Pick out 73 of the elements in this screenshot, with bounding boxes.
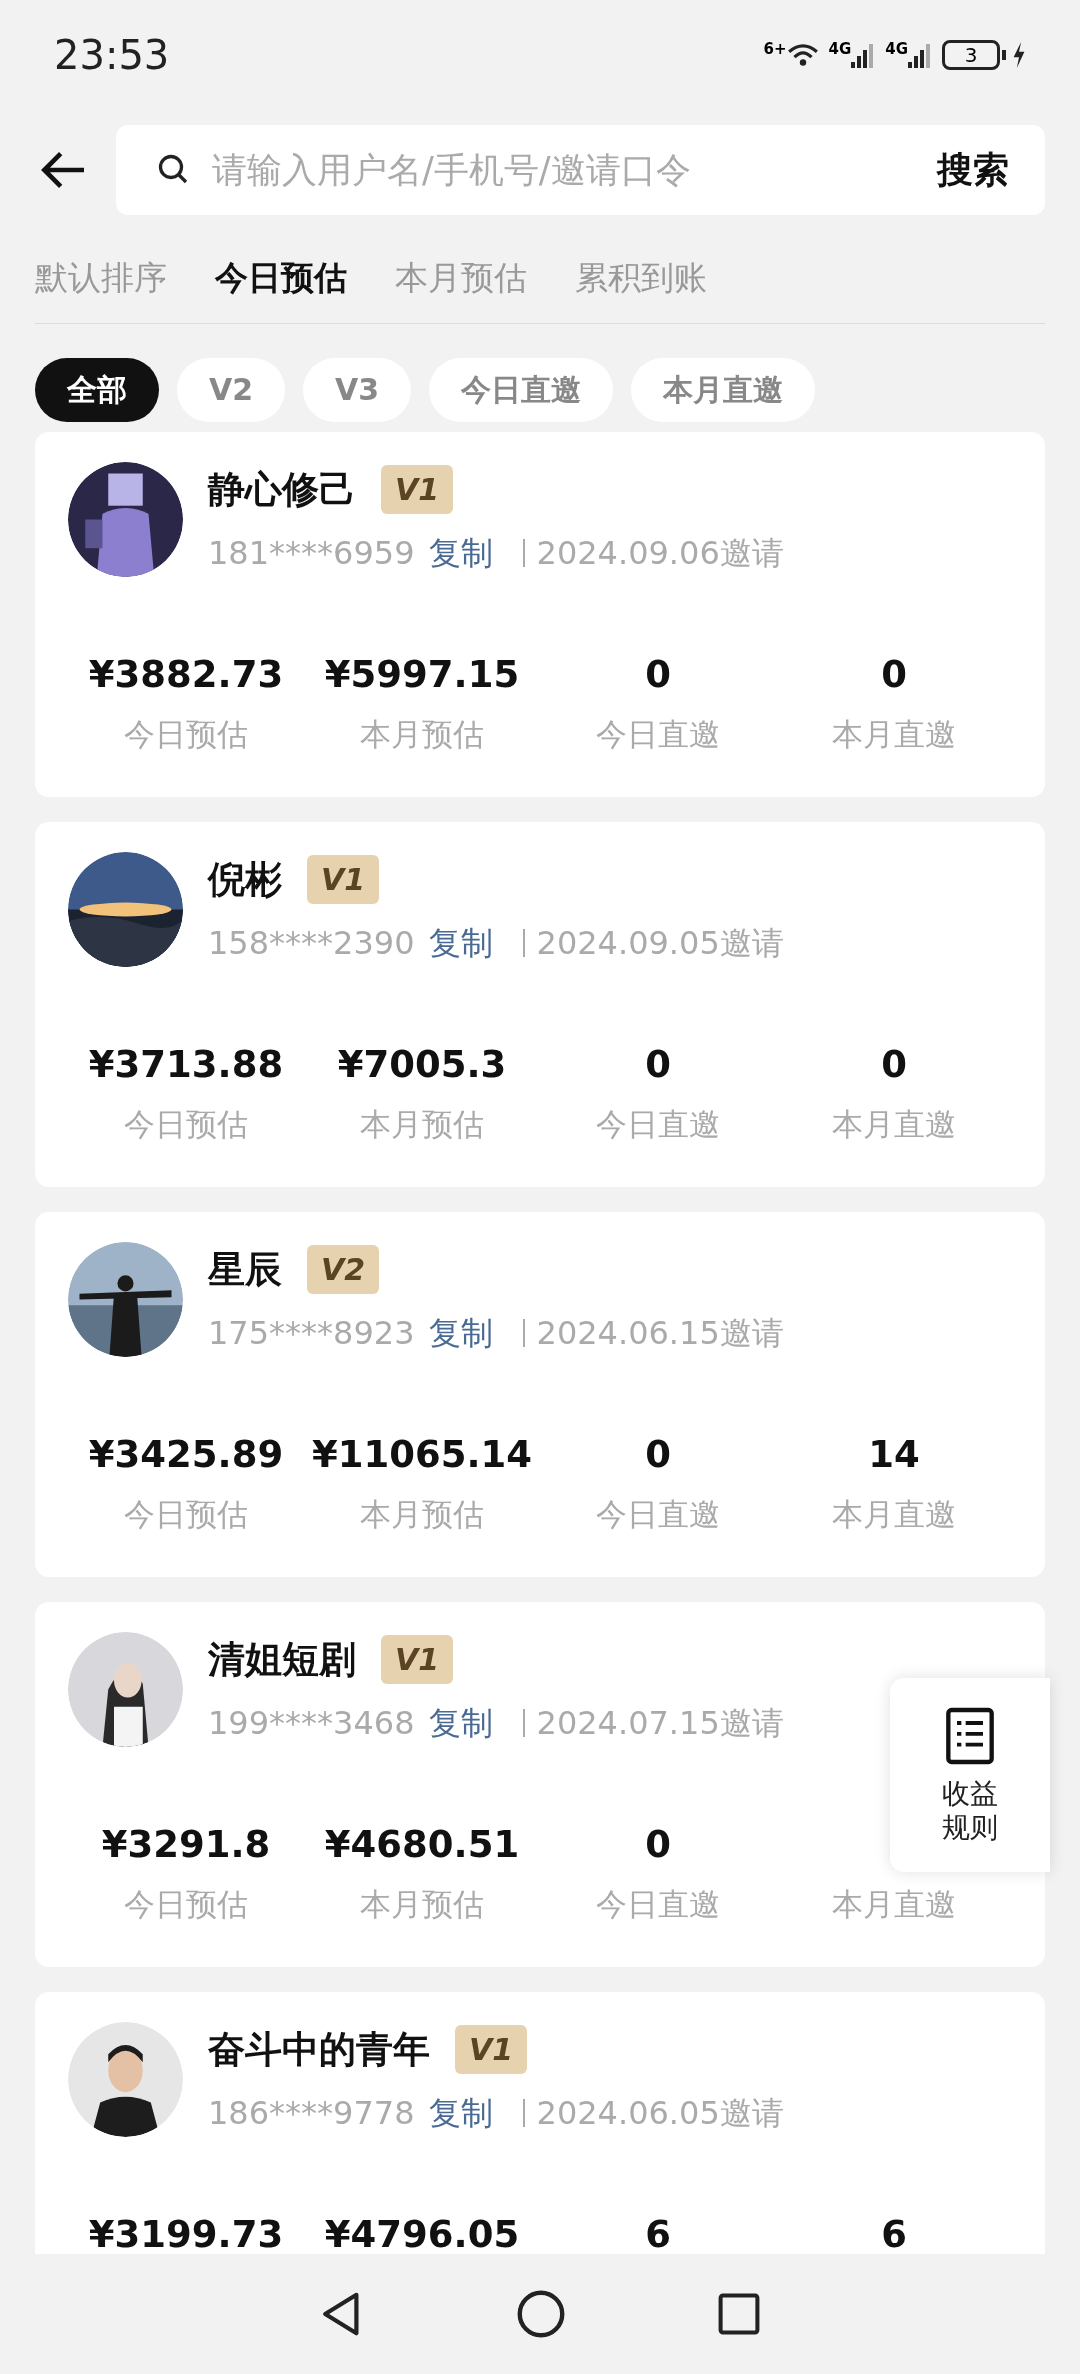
stat-value: ¥4796.05: [324, 2212, 520, 2254]
copy-link[interactable]: 复制: [428, 2089, 493, 2137]
stat-label: 本月预估: [360, 1495, 484, 1534]
stat-label: 今日直邀: [596, 1105, 720, 1144]
copy-link[interactable]: 复制: [428, 529, 493, 577]
stat-value: ¥3291.8: [101, 1822, 271, 1865]
clock: 23:53: [54, 31, 170, 80]
earnings-rules-button[interactable]: 收益 规则: [890, 1678, 1050, 1872]
invite-date: 2024.06.15邀请: [536, 1313, 784, 1354]
member-name: 清姐短剧: [208, 1636, 356, 1683]
stat-label: 今日预估: [124, 1105, 248, 1144]
member-name: 奋斗中的青年: [208, 2026, 430, 2073]
stat-value: ¥11065.14: [312, 1432, 532, 1475]
filter-chip[interactable]: V3: [303, 357, 412, 422]
filter-chip[interactable]: 本月直邀: [631, 357, 816, 422]
phone-number: 158****2390: [208, 923, 415, 964]
phone-number: 181****6959: [208, 533, 415, 574]
stat-value: 6: [881, 2212, 907, 2254]
stat-value: 14: [868, 1432, 920, 1475]
invite-date: 2024.07.15邀请: [536, 1703, 784, 1744]
stat-label: 本月预估: [360, 1105, 484, 1144]
phone-number: 186****9778: [208, 2093, 415, 2134]
stat-value: ¥3713.88: [88, 1042, 284, 1085]
search-field[interactable]: 请输入用户名/手机号/邀请口令 搜索: [116, 125, 1045, 215]
stat-value: ¥4680.51: [324, 1822, 520, 1865]
level-badge: V1: [307, 854, 380, 904]
stat-label: 今日预估: [124, 1495, 248, 1534]
stat-value: 0: [645, 1822, 671, 1865]
recents-nav-icon[interactable]: [716, 2291, 762, 2337]
stat-value: ¥3882.73: [88, 652, 284, 695]
invite-date: 2024.09.05邀请: [536, 923, 784, 964]
stat-label: 今日预估: [124, 1885, 248, 1924]
stat-value: ¥3199.73: [88, 2212, 284, 2254]
stat-value: 0: [645, 1042, 671, 1085]
stat-value: ¥5997.15: [324, 652, 520, 695]
stat-label: 本月直邀: [832, 715, 956, 754]
stat-value: 0: [881, 652, 907, 695]
level-badge: V1: [381, 464, 454, 514]
level-badge: V1: [381, 1634, 454, 1684]
member-name: 倪彬: [208, 856, 282, 903]
home-nav-icon[interactable]: [516, 2289, 566, 2339]
stat-label: 本月直邀: [832, 1495, 956, 1534]
stat-label: 本月直邀: [832, 1885, 956, 1924]
invite-date: 2024.09.06邀请: [536, 533, 784, 574]
filter-chip[interactable]: 全部: [35, 357, 159, 422]
stat-label: 本月预估: [360, 1885, 484, 1924]
search-button[interactable]: 搜索: [937, 143, 1009, 197]
level-badge: V1: [455, 2024, 528, 2074]
stat-label: 今日预估: [124, 715, 248, 754]
stat-value: 0: [645, 652, 671, 695]
stat-value: ¥3425.89: [88, 1432, 284, 1475]
document-list-icon: [944, 1705, 996, 1767]
filter-chip[interactable]: 今日直邀: [429, 357, 614, 422]
stat-label: 本月直邀: [832, 1105, 956, 1144]
stat-label: 今日直邀: [596, 715, 720, 754]
member-name: 星辰: [208, 1246, 282, 1293]
copy-link[interactable]: 复制: [428, 1699, 493, 1747]
copy-link[interactable]: 复制: [428, 919, 493, 967]
stat-label: 今日直邀: [596, 1495, 720, 1534]
stat-label: 本月预估: [360, 715, 484, 754]
level-badge: V2: [307, 1244, 380, 1294]
sort-tab[interactable]: 今日预估: [215, 253, 347, 303]
stat-value: ¥7005.3: [337, 1042, 507, 1085]
filter-chip[interactable]: V2: [177, 357, 286, 422]
stat-value: 0: [881, 1042, 907, 1085]
invite-date: 2024.06.05邀请: [536, 2093, 784, 2134]
stat-label: 今日直邀: [596, 1885, 720, 1924]
phone-number: 175****8923: [208, 1313, 415, 1354]
copy-link[interactable]: 复制: [428, 1309, 493, 1357]
stat-value: 6: [645, 2212, 671, 2254]
phone-number: 199****3468: [208, 1703, 415, 1744]
member-name: 静心修己: [208, 466, 356, 513]
stat-value: 0: [645, 1432, 671, 1475]
